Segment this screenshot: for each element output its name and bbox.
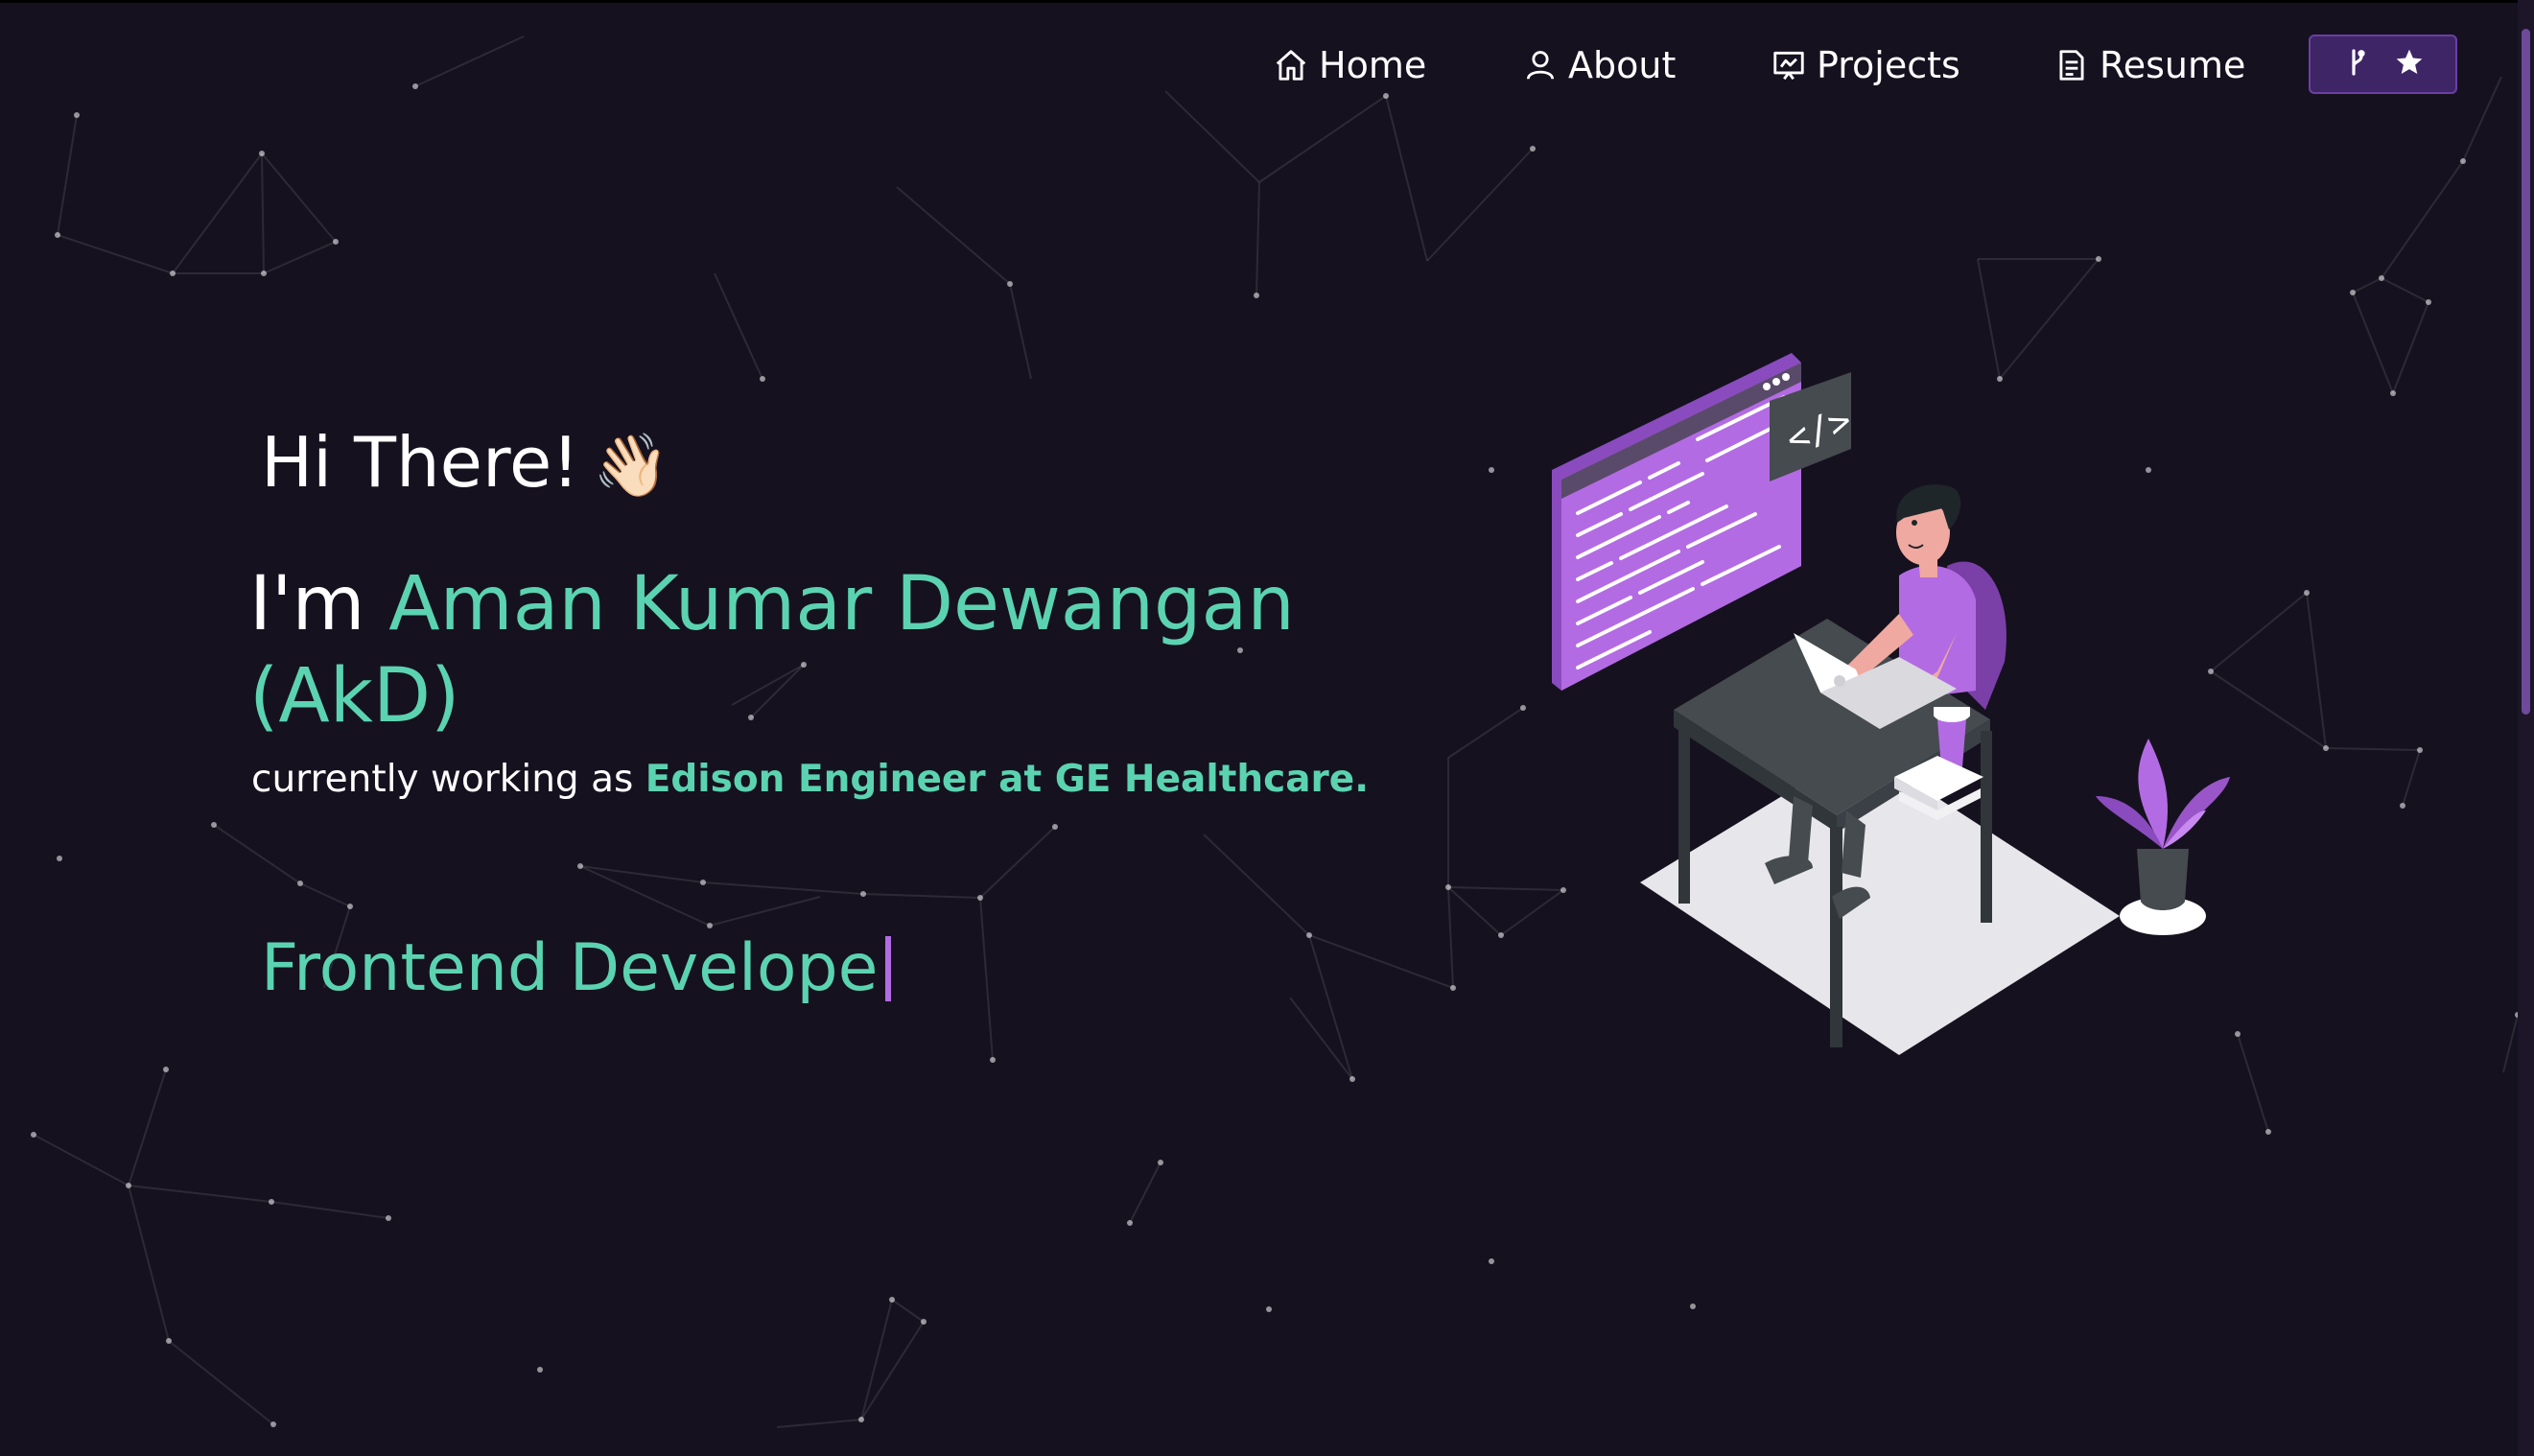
- nav-about-label: About: [1568, 44, 1677, 86]
- document-icon: [2053, 47, 2090, 83]
- nav-home[interactable]: Home: [1273, 38, 1426, 92]
- nav-projects[interactable]: Projects: [1771, 38, 1960, 92]
- fork-icon: [2342, 47, 2373, 82]
- typewriter-text: Frontend Develope: [261, 930, 892, 1006]
- name-heading: I'm Aman Kumar Dewangan (AkD): [249, 558, 1362, 742]
- navbar: Home About Projects Resume: [0, 0, 2534, 125]
- scrollbar-thumb[interactable]: [2522, 29, 2530, 715]
- nav-resume-label: Resume: [2100, 44, 2246, 86]
- greeting-heading: Hi There! 👋🏻: [261, 422, 669, 503]
- name-prefix: I'm: [249, 561, 365, 647]
- nav-home-label: Home: [1319, 44, 1427, 86]
- portfolio-page: Home About Projects Resume Hi There! 👋🏻 …: [0, 0, 2534, 1456]
- waving-hand-emoji: 👋🏻: [593, 431, 669, 502]
- greeting-text: Hi There!: [261, 422, 580, 503]
- user-icon: [1522, 47, 1559, 83]
- developer-at-desk-illustration: </>: [1552, 353, 2230, 1055]
- typewriter-cursor: [885, 935, 892, 1001]
- star-icon: [2394, 47, 2425, 82]
- current-role: currently working as Edison Engineer at …: [251, 758, 1369, 801]
- role-prefix: currently working as: [251, 758, 634, 801]
- full-name: Aman Kumar Dewangan (AkD): [249, 561, 1295, 740]
- role-title: Edison Engineer at GE Healthcare.: [645, 758, 1370, 801]
- github-fork-star-button[interactable]: [2309, 35, 2457, 94]
- nav-about[interactable]: About: [1522, 38, 1676, 92]
- nav-resume[interactable]: Resume: [2053, 38, 2245, 92]
- typewriter-value: Frontend Develope: [261, 930, 879, 1006]
- nav-projects-label: Projects: [1817, 44, 1960, 86]
- potted-plant-graphic: [2096, 739, 2230, 935]
- scrollbar[interactable]: [2518, 0, 2534, 1456]
- home-icon: [1273, 47, 1309, 83]
- presentation-icon: [1771, 47, 1807, 83]
